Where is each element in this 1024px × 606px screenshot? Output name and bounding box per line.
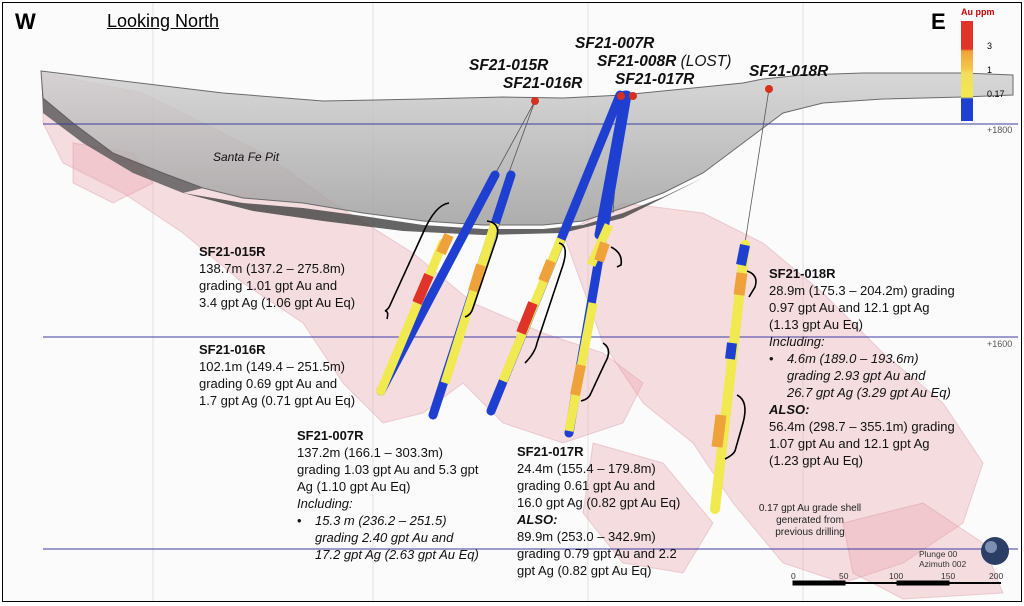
scale-label-150: 150 xyxy=(941,571,956,581)
orientation-sphere xyxy=(981,537,1009,565)
grade-shell-note: 0.17 gpt Au grade shell generated from p… xyxy=(751,503,869,539)
note-line: generated from xyxy=(776,515,844,526)
intercept-line: 26.7 gpt Ag (3.29 gpt Au Eq) xyxy=(787,385,951,400)
hole-label-008r: SF21-008R (LOST) xyxy=(597,53,731,71)
intercept-line: 138.7m (137.2 – 275.8m) xyxy=(199,261,345,276)
intercept-line: grading 0.61 gpt Au and xyxy=(517,478,656,493)
scale-label-50: 50 xyxy=(839,571,849,581)
intercept-title: SF21-007R xyxy=(297,428,364,443)
intercept-title: SF21-018R xyxy=(769,266,836,281)
cross-section-figure: W E Looking North Santa Fe Pit +1800 +16… xyxy=(2,2,1022,602)
intercept-line: 102.1m (149.4 – 251.5m) xyxy=(199,359,345,374)
intercept-line: 28.9m (175.3 – 204.2m) grading xyxy=(769,283,955,298)
legend-title: Au ppm xyxy=(961,7,995,17)
including-label: Including: xyxy=(297,496,353,511)
note-line: 0.17 gpt Au grade shell xyxy=(758,503,862,514)
intercept-line: 89.9m (253.0 – 342.9m) xyxy=(517,529,656,544)
legend-tick-017: 0.17 xyxy=(987,89,1005,99)
intercept-line: (1.23 gpt Au Eq) xyxy=(769,453,863,468)
pit-label: Santa Fe Pit xyxy=(213,150,280,164)
west-label: W xyxy=(15,9,36,34)
intercept-line: grading 2.93 gpt Au and xyxy=(787,368,926,383)
intercept-line: 16.0 gpt Ag (0.82 gpt Au Eq) xyxy=(517,495,681,510)
plunge-value: Plunge 00 xyxy=(919,549,958,559)
intercept-title: SF21-016R xyxy=(199,342,266,357)
east-label: E xyxy=(931,9,946,34)
intercept-line: grading 1.01 gpt Au and xyxy=(199,278,338,293)
intercept-line: grading 2.40 gpt Au and xyxy=(315,530,454,545)
intercept-line: 0.97 gpt Au and 12.1 gpt Ag xyxy=(769,300,930,315)
intercept-title: SF21-017R xyxy=(517,444,584,459)
intercept-sf21-007r: SF21-007R 137.2m (166.1 – 303.3m) gradin… xyxy=(297,428,479,562)
elevation-1800: +1800 xyxy=(987,125,1013,135)
note-line: previous drilling xyxy=(775,527,845,538)
scale-label-0: 0 xyxy=(791,571,796,581)
intercept-line: 3.4 gpt Ag (1.06 gpt Au Eq) xyxy=(199,295,356,310)
scale-label-200: 200 xyxy=(989,571,1004,581)
view-direction-title: Looking North xyxy=(107,11,220,31)
hole-label-008r-note: (LOST) xyxy=(680,53,732,70)
legend-tick-3: 3 xyxy=(987,41,993,51)
intercept-sf21-018r: SF21-018R 28.9m (175.3 – 204.2m) grading… xyxy=(769,266,955,468)
hole-label-007r: SF21-007R xyxy=(575,35,655,52)
intercept-line: grading 0.79 gpt Au and 2.2 xyxy=(517,546,677,561)
intercept-line: 1.07 gpt Au and 12.1 gpt Ag xyxy=(769,436,930,451)
also-label: ALSO: xyxy=(769,402,810,417)
hole-label-008r-id: SF21-008R xyxy=(597,53,677,70)
intercept-line: 56.4m (298.7 – 355.1m) grading xyxy=(769,419,955,434)
legend-color-bar xyxy=(961,21,973,121)
intercept-sf21-015r: SF21-015R 138.7m (137.2 – 275.8m) gradin… xyxy=(199,243,355,311)
hole-label-018r: SF21-018R xyxy=(749,63,829,80)
intercept-sf21-016r: SF21-016R 102.1m (149.4 – 251.5m) gradin… xyxy=(199,341,355,409)
azimuth-value: Azimuth 002 xyxy=(919,559,967,569)
hole-label-015r: SF21-015R xyxy=(469,57,549,74)
scale-label-100: 100 xyxy=(889,571,904,581)
grade-legend: Au ppm 3 1 0.17 xyxy=(961,7,1005,125)
hole-label-016r: SF21-016R xyxy=(503,75,583,92)
intercept-line: 24.4m (155.4 – 179.8m) xyxy=(517,461,656,476)
intercept-line: grading 0.69 gpt Au and xyxy=(199,376,338,391)
intercept-line: 4.6m (189.0 – 193.6m) xyxy=(787,351,919,366)
intercept-title: SF21-015R xyxy=(199,244,266,259)
intercept-sf21-017r: SF21-017R 24.4m (155.4 – 179.8m) grading… xyxy=(517,443,680,579)
intercept-line: 137.2m (166.1 – 303.3m) xyxy=(297,445,443,460)
intercept-line: grading 1.03 gpt Au and 5.3 gpt xyxy=(297,462,479,477)
intercept-line: gpt Ag (0.82 gpt Au Eq) xyxy=(517,563,652,578)
also-label: ALSO: xyxy=(517,512,558,527)
legend-tick-1: 1 xyxy=(987,65,993,75)
including-label: Including: xyxy=(769,334,825,349)
intercept-line: (1.13 gpt Au Eq) xyxy=(769,317,863,332)
intercept-line: 1.7 gpt Ag (0.71 gpt Au Eq) xyxy=(199,393,356,408)
elevation-1600: +1600 xyxy=(987,339,1013,349)
intercept-line: 17.2 gpt Ag (2.63 gpt Au Eq) xyxy=(315,547,479,562)
intercept-line: 15.3 m (236.2 – 251.5) xyxy=(315,513,447,528)
orientation-readout: Plunge 00 Azimuth 002 xyxy=(919,549,966,569)
intercept-line: Ag (1.10 gpt Au Eq) xyxy=(297,479,411,494)
hole-label-017r: SF21-017R xyxy=(615,71,695,88)
